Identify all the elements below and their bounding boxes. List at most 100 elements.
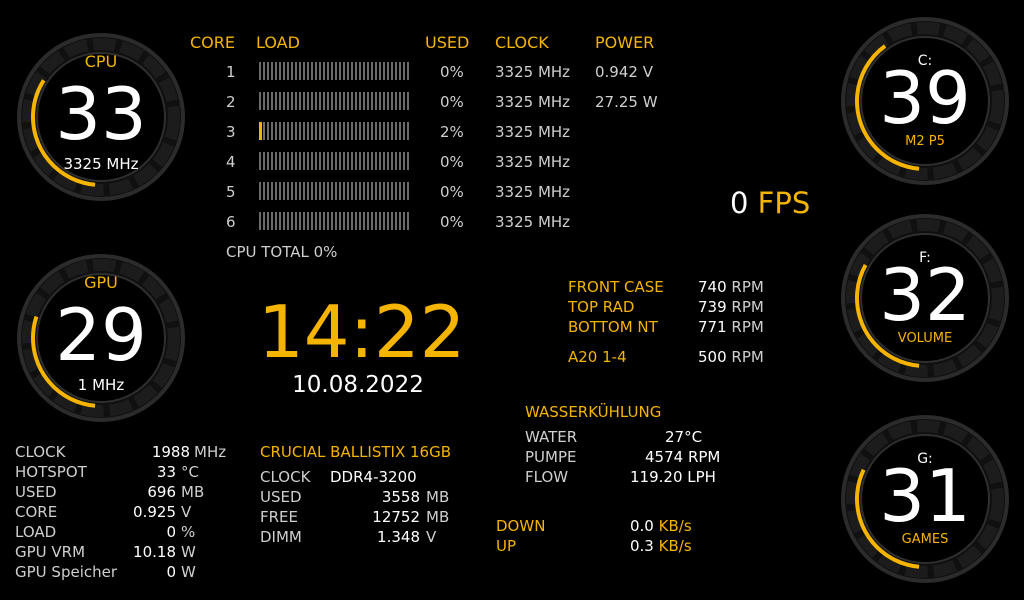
core-number: 6 xyxy=(226,213,236,231)
drive-gauge-f: F: 32 VOLUME xyxy=(840,213,1010,383)
core-used: 0% xyxy=(440,183,464,201)
core-used: 0% xyxy=(440,153,464,171)
gpu-gauge-clock: 1 MHz xyxy=(77,376,125,394)
core-clock: 3325 MHz xyxy=(495,213,571,231)
fan-name: BOTTOM NT xyxy=(568,318,658,336)
cpu-gauge-label: CPU xyxy=(84,52,118,71)
core-used: 0% xyxy=(440,213,464,231)
cpu-power: 27.25 W xyxy=(595,93,658,111)
core-clock: 3325 MHz xyxy=(495,123,571,141)
core-number: 3 xyxy=(226,123,236,141)
water-title: WASSERKÜHLUNG xyxy=(525,403,662,421)
cpu-voltage: 0.942 V xyxy=(595,63,653,81)
gpu-gauge: GPU 29 1 MHz xyxy=(16,253,186,423)
water-row-value: 4574 RPM xyxy=(645,448,721,466)
fps-value: 0 xyxy=(730,186,749,220)
fan-rpm: 740 RPM xyxy=(698,278,764,296)
fps-unit: FPS xyxy=(757,186,811,220)
core-number: 2 xyxy=(226,93,236,111)
header-clock: CLOCK xyxy=(495,33,549,52)
gpu-stat-value: 0 xyxy=(166,523,176,541)
header-load: LOAD xyxy=(256,33,300,52)
gpu-stat-label: GPU VRM xyxy=(15,543,86,561)
core-clock: 3325 MHz xyxy=(495,153,571,171)
core-used: 2% xyxy=(440,123,464,141)
gpu-stat-label: USED xyxy=(15,483,57,501)
water-row-label: FLOW xyxy=(525,468,569,486)
gpu-gauge-label: GPU xyxy=(84,273,118,292)
water-row-value: 27°C xyxy=(665,428,703,446)
gpu-stat-label: HOTSPOT xyxy=(15,463,87,481)
gpu-stat-unit: W xyxy=(181,563,196,581)
ram-row-label: DIMM xyxy=(260,528,302,546)
core-load-bar xyxy=(259,62,409,80)
header-power: POWER xyxy=(595,33,655,52)
fan-name: A20 1-4 xyxy=(568,348,627,366)
core-used: 0% xyxy=(440,93,464,111)
gpu-stat-unit: MHz xyxy=(194,443,227,461)
core-number: 4 xyxy=(226,153,236,171)
drive-name: M2 P5 xyxy=(905,134,945,149)
water-row-label: PUMPE xyxy=(525,448,577,466)
date-display: 10.08.2022 xyxy=(292,372,424,398)
drive-name: VOLUME xyxy=(897,331,953,346)
core-used: 0% xyxy=(440,63,464,81)
core-number: 1 xyxy=(226,63,236,81)
ram-row-value: 1.348 xyxy=(377,528,420,546)
ram-row-unit: MB xyxy=(426,488,450,506)
core-load-bar xyxy=(259,212,409,230)
drive-value: 31 xyxy=(879,454,971,538)
gpu-stat-value: 0.925 xyxy=(133,503,176,521)
cpu-total: CPU TOTAL 0% xyxy=(226,243,338,261)
net-value: 0.3 KB/s xyxy=(630,537,692,555)
gpu-stat-value: 33 xyxy=(156,463,176,481)
ram-row-value: DDR4-3200 xyxy=(330,468,417,486)
water-row-label: WATER xyxy=(525,428,578,446)
core-load-bar xyxy=(259,122,409,140)
core-load-bar xyxy=(259,152,409,170)
gpu-stat-value: 0 xyxy=(166,563,176,581)
fan-name: FRONT CASE xyxy=(568,278,664,296)
header-used: USED xyxy=(425,33,470,52)
ram-row-unit: V xyxy=(426,528,437,546)
gpu-stat-label: LOAD xyxy=(15,523,57,541)
gpu-stat-value: 10.18 xyxy=(133,543,176,561)
ram-row-value: 3558 xyxy=(381,488,420,506)
core-clock: 3325 MHz xyxy=(495,183,571,201)
fan-rpm: 771 RPM xyxy=(698,318,764,336)
drive-gauge-g: G: 31 GAMES xyxy=(840,414,1010,584)
drive-value: 32 xyxy=(879,253,971,337)
header-core: CORE xyxy=(190,33,235,52)
core-clock: 3325 MHz xyxy=(495,63,571,81)
gpu-stat-unit: MB xyxy=(181,483,205,501)
core-clock: 3325 MHz xyxy=(495,93,571,111)
fps-readout: 0 FPS xyxy=(730,186,810,220)
ram-row-label: USED xyxy=(260,488,302,506)
gpu-stat-unit: W xyxy=(181,543,196,561)
cpu-gauge-value: 33 xyxy=(55,72,147,156)
time-display: 14:22 xyxy=(258,290,466,374)
gpu-stat-unit: % xyxy=(181,523,196,541)
drive-name: GAMES xyxy=(901,532,949,547)
gpu-gauge-value: 29 xyxy=(55,293,147,377)
fan-rpm: 739 RPM xyxy=(698,298,764,316)
ram-row-label: FREE xyxy=(260,508,299,526)
cpu-gauge: CPU 33 3325 MHz xyxy=(16,32,186,202)
ram-row-unit: MB xyxy=(426,508,450,526)
gpu-stat-label: GPU Speicher xyxy=(15,563,118,581)
net-label: DOWN xyxy=(496,517,546,535)
ram-title: CRUCIAL BALLISTIX 16GB xyxy=(260,443,452,461)
drive-gauge-c: C: 39 M2 P5 xyxy=(840,16,1010,186)
ram-row-value: 12752 xyxy=(372,508,420,526)
gpu-stat-unit: °C xyxy=(181,463,199,481)
cpu-gauge-clock: 3325 MHz xyxy=(63,155,139,173)
net-label: UP xyxy=(496,537,517,555)
fan-rpm: 500 RPM xyxy=(698,348,764,366)
fan-name: TOP RAD xyxy=(568,298,635,316)
gpu-stat-label: CLOCK xyxy=(15,443,66,461)
ram-row-label: CLOCK xyxy=(260,468,311,486)
gpu-stat-unit: V xyxy=(181,503,192,521)
gpu-stat-value: 1988 xyxy=(151,443,190,461)
gpu-stat-label: CORE xyxy=(15,503,58,521)
drive-value: 39 xyxy=(879,56,971,140)
